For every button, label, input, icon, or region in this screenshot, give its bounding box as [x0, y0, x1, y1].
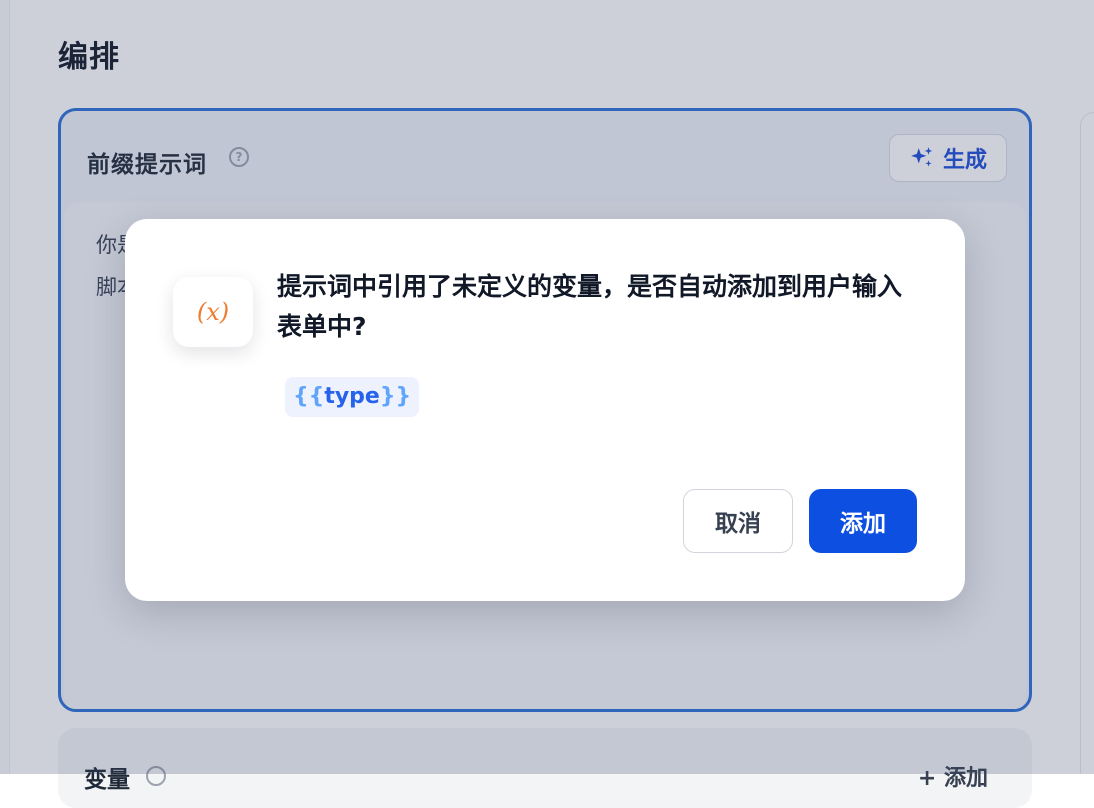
variable-icon: (x): [173, 277, 253, 347]
brace-open: {{: [293, 384, 325, 409]
add-variables-dialog: (x) 提示词中引用了未定义的变量，是否自动添加到用户输入表单中? {{type…: [125, 219, 965, 601]
dialog-title: 提示词中引用了未定义的变量，是否自动添加到用户输入表单中?: [277, 272, 903, 341]
brace-close: }}: [379, 384, 412, 409]
add-button[interactable]: 添加: [809, 489, 917, 553]
cancel-button[interactable]: 取消: [683, 489, 793, 553]
variable-name: type: [324, 384, 380, 409]
variable-tag: {{type}}: [285, 377, 420, 417]
